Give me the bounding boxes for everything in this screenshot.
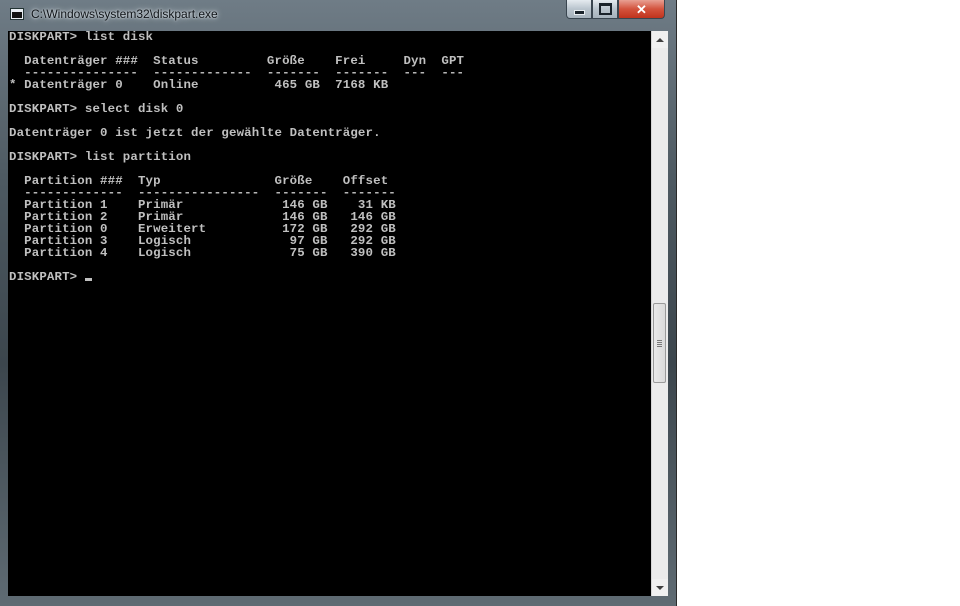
console-output[interactable]: DISKPART> list disk Datenträger ### Stat… xyxy=(8,31,651,596)
text-cursor xyxy=(84,278,92,281)
console-line: DISKPART> select disk 0 xyxy=(9,102,184,116)
maximize-button[interactable] xyxy=(592,0,618,19)
scroll-down-button[interactable] xyxy=(652,579,668,596)
vertical-scrollbar[interactable] xyxy=(651,31,668,596)
console-line: * Datenträger 0 Online 465 GB 7168 KB xyxy=(9,78,389,92)
window-bottom-border xyxy=(0,596,676,606)
maximize-icon xyxy=(598,3,612,15)
arrow-up-icon xyxy=(656,37,664,42)
grip-icon xyxy=(657,339,662,347)
console-window: C:\Windows\system32\diskpart.exe ✕ DISKP… xyxy=(0,0,677,606)
console-line: DISKPART> list disk xyxy=(9,31,154,44)
console-line: DISKPART> xyxy=(8,271,651,283)
console-line: DISKPART> list partition xyxy=(9,150,192,164)
minimize-icon xyxy=(573,10,585,15)
scroll-thumb[interactable] xyxy=(653,303,666,383)
minimize-button[interactable] xyxy=(566,0,592,19)
console-line: Partition 4 Logisch 75 GB 390 GB xyxy=(9,246,396,260)
scroll-up-button[interactable] xyxy=(652,31,668,48)
close-icon: ✕ xyxy=(636,1,647,17)
close-button[interactable]: ✕ xyxy=(618,0,665,19)
console-line: Datenträger 0 ist jetzt der gewählte Dat… xyxy=(9,126,381,140)
arrow-down-icon xyxy=(656,585,664,590)
window-title: C:\Windows\system32\diskpart.exe xyxy=(31,7,218,21)
console-app-icon[interactable] xyxy=(10,8,24,20)
